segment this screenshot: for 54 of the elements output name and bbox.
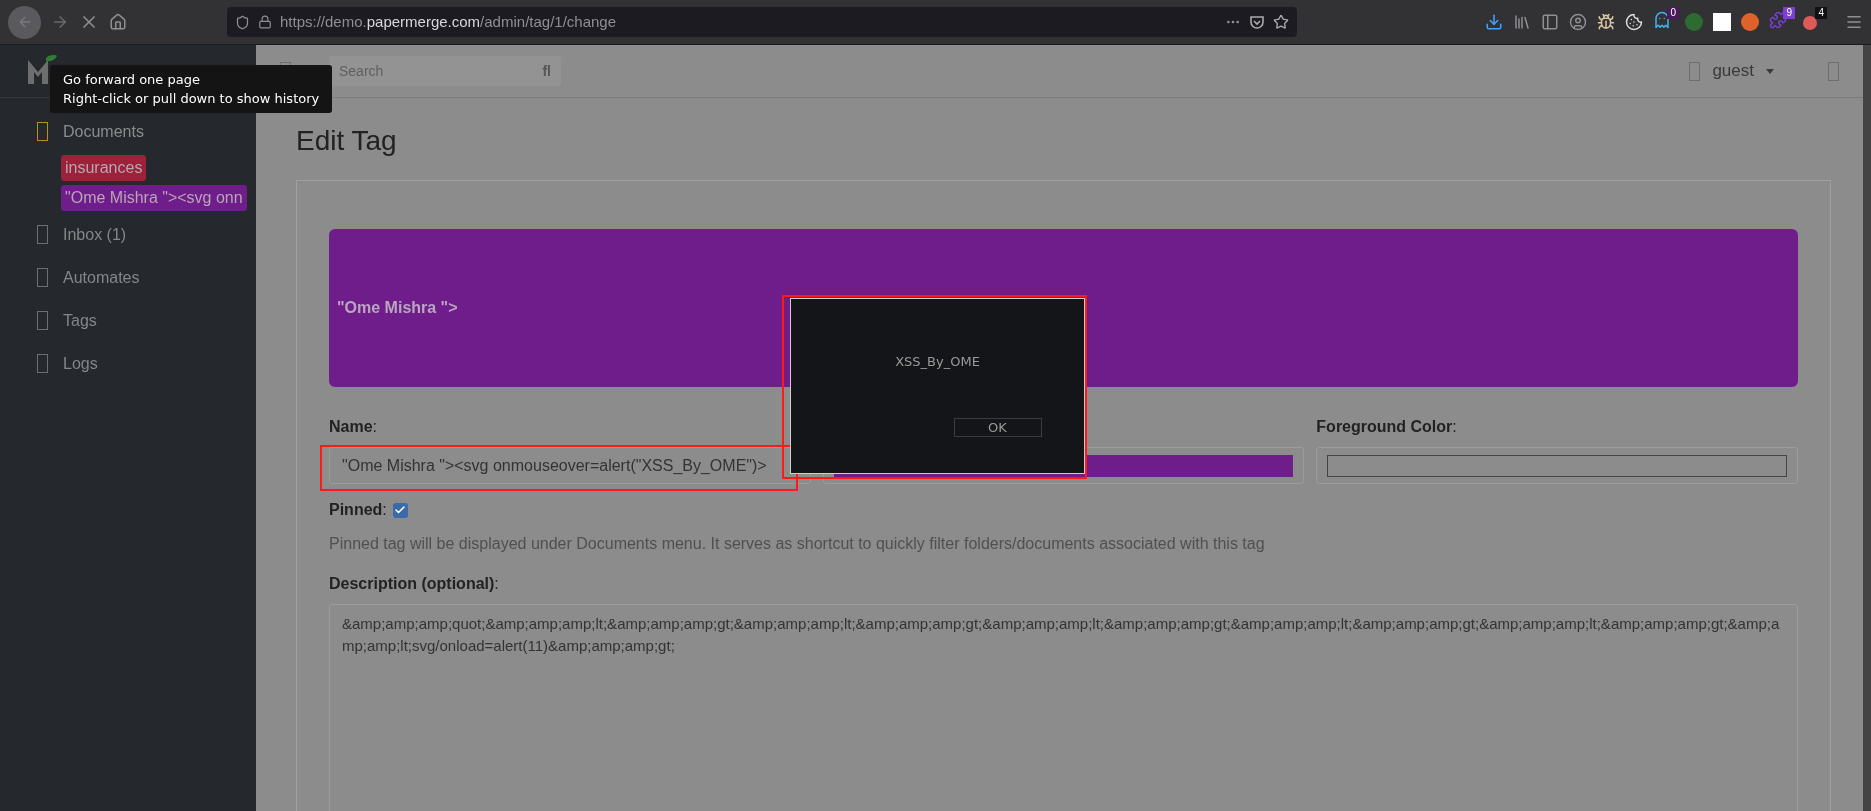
menu-icon[interactable] [1845, 13, 1863, 31]
nav-icon [37, 354, 48, 373]
tag-link[interactable]: "Ome Mishra "><svg onn [61, 185, 247, 211]
sidebar-item[interactable]: Inbox (1) [0, 213, 256, 256]
tag-link[interactable]: insurances [61, 155, 147, 181]
field-label: Description (optional): [329, 574, 500, 594]
nav-icon [37, 311, 48, 330]
sidebar-item[interactable]: Automates [0, 256, 256, 299]
sidebar-item[interactable]: Tags [0, 299, 256, 342]
ghost-icon[interactable] [1653, 11, 1671, 29]
lock-icon [258, 15, 272, 29]
account-icon[interactable] [1569, 13, 1587, 31]
home-icon[interactable] [109, 13, 127, 31]
cookie-icon[interactable] [1625, 13, 1643, 31]
extension-icon[interactable] [1597, 13, 1615, 31]
nav-icon [37, 225, 48, 244]
ok-button[interactable]: OK [953, 417, 1042, 437]
forward-icon[interactable] [51, 13, 69, 31]
field-label: Pinned: [329, 500, 387, 520]
pocket-icon[interactable] [1249, 14, 1265, 30]
caret-icon[interactable] [1766, 68, 1774, 74]
count-badge: 0 [1667, 7, 1679, 19]
url-text: https://demo.papermerge.com/admin/tag/1/change [280, 11, 617, 32]
settings-icon [1828, 61, 1839, 81]
library-icon[interactable] [1513, 13, 1531, 31]
sidebar-item[interactable]: Documents [0, 110, 256, 153]
help-text: Pinned tag will be displayed under Documents menu. It serves as shortcut to quickly filter folders/documents associated with this tag [329, 534, 1266, 554]
field-label: Foreground Color: [1316, 417, 1458, 437]
extension-icon[interactable] [1803, 16, 1817, 30]
shield-icon [235, 14, 250, 30]
tag-preview-text: "Ome Mishra "> [337, 298, 458, 318]
name-field[interactable]: "Ome Mishra "><svg onmouseover=alert("XSS_By_OME")> [329, 447, 811, 484]
bookmark-icon[interactable] [1273, 14, 1289, 30]
alert-message: XSS_By_OME [895, 353, 980, 371]
sidebar-item[interactable]: Logs [0, 342, 256, 385]
page-title: Edit Tag [296, 124, 398, 158]
field-label: Name: [329, 417, 379, 437]
sidebar-icon[interactable] [1541, 13, 1559, 31]
user-icon [1689, 61, 1701, 81]
nav-icon [37, 122, 48, 141]
pinned-checkbox[interactable] [392, 502, 408, 518]
count-badge: 9 [1783, 7, 1795, 19]
back-button[interactable] [8, 5, 41, 39]
search-button[interactable]: fl [542, 60, 551, 82]
tooltip-text: Go forward one page [63, 71, 200, 89]
user-menu[interactable]: guest [1712, 58, 1754, 84]
address-bar[interactable]: https://demo.papermerge.com/admin/tag/1/change [227, 7, 1297, 37]
tooltip-text: Right-click or pull down to show history [63, 90, 320, 108]
nav-icon [37, 268, 48, 287]
extension-icon[interactable] [1741, 13, 1759, 31]
description-field[interactable]: &amp;amp;amp;quot;&amp;amp;amp;lt;&amp;amp;amp;gt;&amp;amp;amp;lt;&amp;amp;amp;gt;&amp;amp;amp;lt;&amp;amp;amp;gt;&amp;amp;amp;lt;&amp;amp;amp;gt;&amp;amp;amp;lt;&amp;amp;amp;gt;&amp;amp;amp;lt;svg/onload=alert(11)&amp;amp;amp;gt; [329, 604, 1798, 811]
download-icon[interactable] [1485, 13, 1503, 31]
count-badge: 4 [1815, 7, 1827, 19]
color-field[interactable] [1316, 447, 1798, 484]
